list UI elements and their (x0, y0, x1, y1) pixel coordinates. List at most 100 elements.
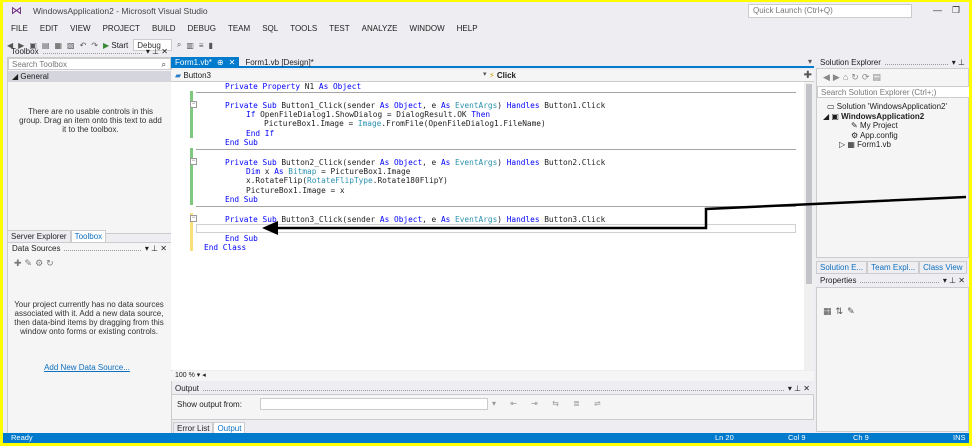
refresh-icon[interactable]: ↻ (46, 258, 57, 268)
tree-item-solution[interactable]: ▭ Solution 'WindowsApplication2' (817, 102, 969, 112)
pin-icon[interactable]: ▾ ⊥ ✕ (943, 276, 965, 285)
configure-icon[interactable]: ⚙ (35, 258, 46, 268)
menu-project[interactable]: PROJECT (103, 24, 140, 33)
collapse-icon[interactable]: − (190, 158, 197, 165)
method-separator (196, 206, 796, 207)
window-title: WindowsApplication2 - Microsoft Visual S… (33, 6, 208, 16)
tree-item-form1[interactable]: ▷ ▦ Form1.vb (817, 140, 969, 150)
status-insert-mode: INS (953, 433, 966, 442)
back-icon[interactable]: ◀ (823, 72, 833, 82)
split-icon[interactable]: ✚ (804, 70, 812, 81)
code-editor[interactable]: − − − Private Property N1 As Object Priv… (171, 82, 804, 370)
solution-explorer-header: Solution Explorer ▾ ⊥ (816, 57, 969, 68)
refresh-icon[interactable]: ⟳ (862, 72, 873, 82)
sync-icon[interactable]: ↻ (851, 72, 862, 82)
show-output-from-label: Show output from: (177, 400, 242, 409)
code-line: Private Sub Button2_Click(sender As Obje… (225, 158, 606, 167)
output-title: Output (175, 384, 200, 393)
minimize-icon[interactable]: — (933, 5, 942, 16)
changed-lines-marker (190, 148, 193, 205)
member-label: Click (496, 71, 516, 80)
tab-solution-explorer[interactable]: Solution E... (816, 261, 868, 274)
object-dropdown[interactable]: ▰ Button3 (175, 70, 485, 82)
pin-icon[interactable]: ▾ ⊥ ✕ (788, 384, 810, 393)
pin-icon[interactable]: ▾ ⊥ (952, 58, 965, 67)
add-datasource-icon[interactable]: ✚ (14, 258, 25, 268)
vs-logo-icon: ⋈ (11, 5, 22, 17)
menu-file[interactable]: FILE (11, 24, 28, 33)
menu-tools[interactable]: TOOLS (290, 24, 317, 33)
zoom-level[interactable]: 100 % (175, 372, 195, 379)
tab-form1-design[interactable]: Form1.vb [Design]* (239, 57, 319, 67)
method-separator (196, 149, 796, 150)
toolbox-panel: Search Toolbox ⌕ ◢ General There are no u… (7, 57, 172, 234)
tree-item-project[interactable]: ◢ ▣ WindowsApplication2 (817, 112, 969, 122)
comment-icon[interactable]: ≡ (199, 41, 204, 50)
menu-view[interactable]: VIEW (70, 24, 90, 33)
solution-tree: ▭ Solution 'WindowsApplication2' ◢ ▣ Win… (817, 102, 969, 150)
pin-icon[interactable]: ⊕ (217, 57, 224, 67)
tab-overflow-icon[interactable]: ▾ (808, 57, 812, 66)
data-sources-header: Data Sources ▾ ⊥ ✕ (8, 243, 171, 254)
output-panel: Show output from: ▾ ⇤ ⇥ ⇆ ≣ ⇌ (171, 394, 814, 420)
menu-test[interactable]: TEST (329, 24, 349, 33)
header-grip (64, 247, 141, 251)
solution-search-input[interactable]: Search Solution Explorer (Ctrl+;) (817, 86, 969, 98)
code-line: Dim x As Bitmap = PictureBox1.Image (246, 167, 411, 176)
collapse-icon[interactable]: − (190, 215, 197, 222)
member-dropdown[interactable]: ⚡ Click (489, 70, 799, 82)
scroll-thumb[interactable] (806, 84, 812, 284)
menu-help[interactable]: HELP (457, 24, 478, 33)
restore-icon[interactable]: ❐ (952, 5, 960, 16)
quick-launch-input[interactable]: Quick Launch (Ctrl+Q) (748, 4, 912, 18)
properties-header: Properties ▾ ⊥ ✕ (816, 275, 969, 286)
toolbox-search-input[interactable]: Search Toolbox ⌕ (8, 58, 171, 70)
menu-analyze[interactable]: ANALYZE (362, 24, 398, 33)
menu-sql[interactable]: SQL (262, 24, 278, 33)
title-bar: ⋈ WindowsApplication2 - Microsoft Visual… (3, 2, 969, 20)
close-tab-icon[interactable]: ✕ (229, 57, 236, 67)
find-icon[interactable]: ⌕ (177, 40, 181, 50)
tab-class-view[interactable]: Class View (919, 261, 967, 274)
bookmark-icon[interactable]: ▮ (209, 41, 213, 50)
collapse-icon[interactable]: − (190, 101, 197, 108)
edit-icon[interactable]: ✎ (25, 258, 36, 268)
project-label: WindowsApplication2 (841, 111, 925, 121)
code-line: If OpenFileDialog1.ShowDialog = DialogRe… (246, 110, 491, 119)
zoom-bar: 100 % ▾ ◂ (171, 371, 814, 381)
menu-debug[interactable]: DEBUG (188, 24, 216, 33)
property-pages-icon[interactable]: ✎ (847, 306, 859, 316)
search-icon: ⌕ (161, 60, 166, 69)
tree-item-my-project[interactable]: ✎ My Project (817, 121, 969, 131)
header-grip (884, 61, 948, 65)
code-line: End Sub (225, 234, 258, 243)
pin-icon[interactable]: ▾ ⊥ ✕ (146, 47, 168, 56)
code-line: End Class (204, 243, 247, 252)
output-toolbar-icons[interactable]: ▾ ⇤ ⇥ ⇆ ≣ ⇌ (492, 399, 607, 408)
forward-icon[interactable]: ▶ (833, 72, 843, 82)
solution-icon[interactable]: ▥ (186, 41, 194, 50)
tree-item-app-config[interactable]: ⚙ App.config (817, 131, 969, 141)
add-new-data-source-link[interactable]: Add New Data Source... (8, 363, 166, 372)
tab-form1-vb[interactable]: Form1.vb* ⊕ ✕ (171, 57, 240, 67)
menu-team[interactable]: TEAM (228, 24, 250, 33)
header-grip (203, 387, 784, 391)
toolbox-group-general[interactable]: ◢ General (8, 71, 171, 82)
output-source-select[interactable] (260, 398, 488, 410)
editor-vertical-scrollbar[interactable] (804, 82, 814, 370)
properties-icon[interactable]: ▤ (872, 72, 884, 82)
code-line: PictureBox1.Image = x (246, 186, 345, 195)
properties-panel: ▦⇅✎ (816, 287, 969, 432)
menu-build[interactable]: BUILD (152, 24, 176, 33)
menu-window[interactable]: WINDOW (410, 24, 445, 33)
tab-team-explorer[interactable]: Team Expl... (867, 261, 920, 274)
categorized-icon[interactable]: ▦ (823, 306, 836, 316)
alphabetical-icon[interactable]: ⇅ (836, 306, 848, 316)
current-line-highlight (196, 224, 796, 233)
code-line: PictureBox1.Image = Image.FromFile(OpenF… (264, 119, 546, 128)
menu-edit[interactable]: EDIT (40, 24, 58, 33)
output-header: Output ▾ ⊥ ✕ (171, 383, 814, 394)
tab-label: Form1.vb* (175, 58, 212, 67)
pin-icon[interactable]: ▾ ⊥ ✕ (145, 244, 167, 253)
object-dropdown-arrow[interactable]: ▾ (483, 70, 487, 78)
